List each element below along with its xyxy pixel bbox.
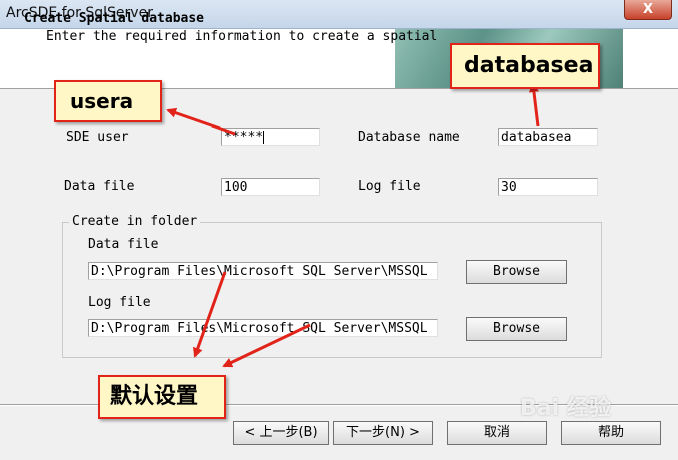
arrow-to-database-name [528,82,540,127]
page-subtitle: Enter the required information to create… [46,29,438,44]
data-file-browse-button[interactable]: Browse [466,260,567,284]
next-button[interactable]: 下一步(N) > [333,421,433,445]
arrow-to-sde-user [166,107,221,130]
cancel-button[interactable]: 取消 [447,421,547,445]
database-name-input[interactable]: databasea [498,128,598,146]
back-button[interactable]: < 上一步(B) [233,421,329,445]
data-file-size-label: Data file [64,179,135,194]
log-file-size-label: Log file [358,179,421,194]
sde-user-input[interactable]: ***** [221,128,320,146]
callout-databasea: databasea [450,43,600,89]
log-file-size-input[interactable]: 30 [498,178,598,196]
help-button[interactable]: 帮助 [561,421,661,445]
data-file-path-input[interactable]: D:\Program Files\Microsoft SQL Server\MS… [88,262,438,280]
database-name-label: Database name [358,130,460,145]
log-file-path-label: Log file [88,295,151,310]
baidu-watermark: Bai 经验 [520,396,611,421]
sde-user-label: SDE user [66,130,129,145]
data-file-size-input[interactable]: 100 [221,178,320,196]
log-file-browse-button[interactable]: Browse [466,317,567,341]
close-button[interactable]: X [624,0,672,20]
callout-usera: usera [54,80,162,122]
callout-default-settings: 默认设置 [98,375,226,419]
log-file-path-input[interactable]: D:\Program Files\Microsoft SQL Server\MS… [88,319,438,337]
group-legend: Create in folder [69,214,201,229]
page-title: Create Spatial database [24,11,205,26]
text-caret [263,131,265,144]
sde-user-value: ***** [224,130,264,145]
close-icon: X [642,2,654,17]
data-file-path-label: Data file [88,237,159,252]
